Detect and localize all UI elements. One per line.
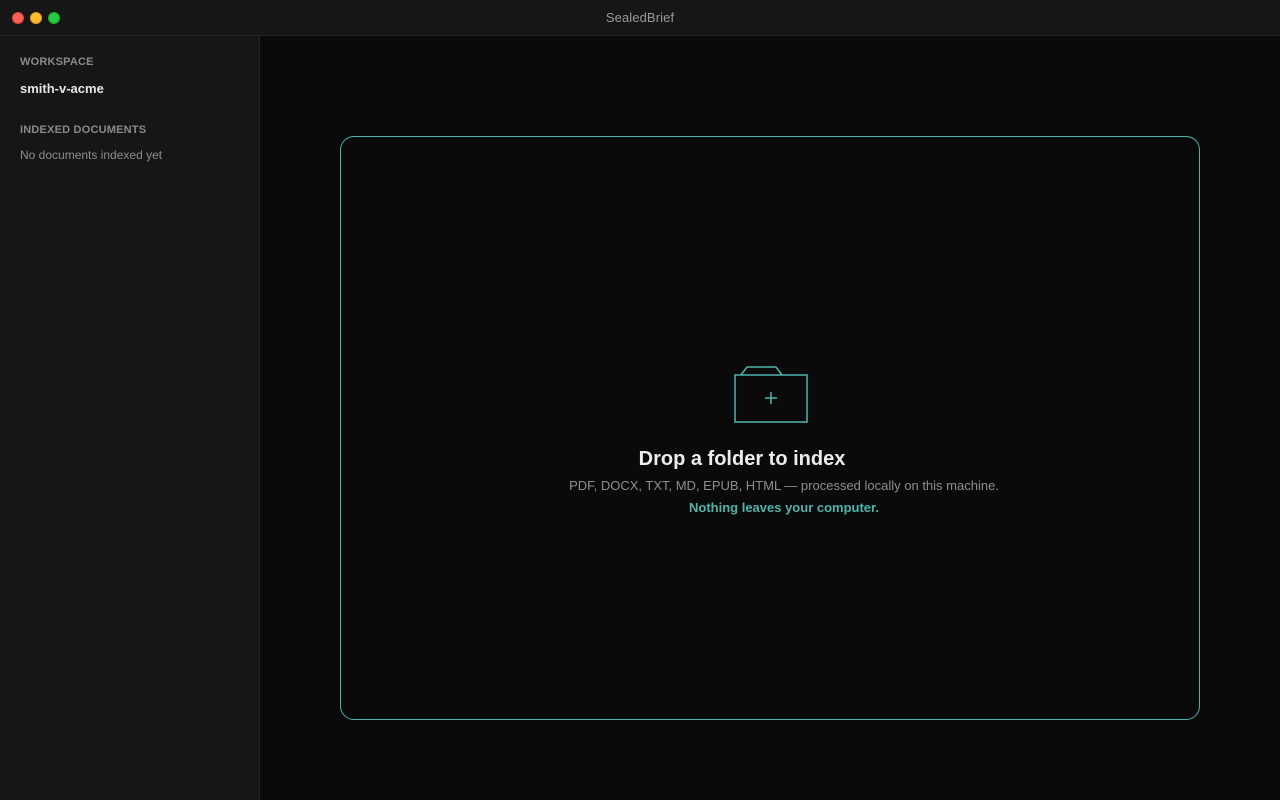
workspace-section-label: WORKSPACE [20, 56, 94, 68]
supported-formats-text: PDF, DOCX, TXT, MD, EPUB, HTML — process… [569, 478, 999, 493]
title-bar[interactable]: SealedBrief [0, 0, 1280, 36]
privacy-note: Nothing leaves your computer. [689, 500, 879, 515]
folder-plus-icon [734, 366, 808, 423]
main-content: Drop a folder to index PDF, DOCX, TXT, M… [260, 36, 1280, 800]
window-title: SealedBrief [605, 10, 675, 25]
workspace-name[interactable]: smith-v-acme [20, 81, 104, 96]
indexed-documents-section-label: INDEXED DOCUMENTS [20, 124, 147, 136]
sidebar: WORKSPACE smith-v-acme INDEXED DOCUMENTS… [0, 36, 260, 800]
no-documents-message: No documents indexed yet [20, 148, 163, 162]
app-window: SealedBrief WORKSPACE smith-v-acme INDEX… [0, 0, 1280, 800]
drop-zone-title: Drop a folder to index [638, 448, 846, 470]
folder-drop-zone[interactable]: Drop a folder to index PDF, DOCX, TXT, M… [340, 136, 1200, 720]
